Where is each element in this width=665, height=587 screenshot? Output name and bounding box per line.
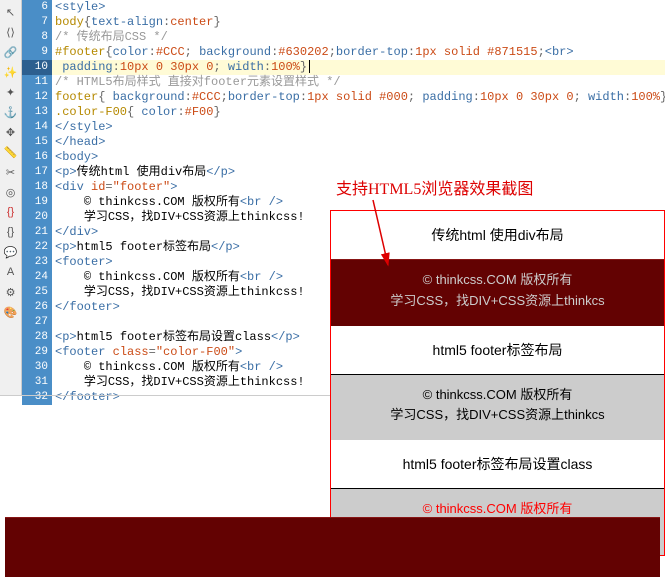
preview-title-2: html5 footer标签布局 xyxy=(331,326,664,374)
code-line[interactable]: <style> xyxy=(52,0,665,15)
line-number: 27 xyxy=(22,315,52,330)
line-number: 9 xyxy=(22,45,52,60)
line-number: 20 xyxy=(22,210,52,225)
line-number: 21 xyxy=(22,225,52,240)
tool-magic-icon[interactable]: ✦ xyxy=(2,83,20,101)
tool-color-icon[interactable]: 🎨 xyxy=(2,303,20,321)
annotation-label: 支持HTML5浏览器效果截图 xyxy=(336,175,533,199)
line-number: 13 xyxy=(22,105,52,120)
line-number: 31 xyxy=(22,375,52,390)
tagline-text: 学习CSS，找DIV+CSS资源上thinkcs xyxy=(390,293,604,308)
code-line[interactable]: padding:10px 0 30px 0; width:100%} xyxy=(52,60,665,75)
line-number: 11 xyxy=(22,75,52,90)
line-number: 32 xyxy=(22,390,52,405)
tool-arrow-icon[interactable]: ↖ xyxy=(2,3,20,21)
tool-letter-icon[interactable]: A xyxy=(2,263,20,281)
line-number: 15 xyxy=(22,135,52,150)
tagline-text: 学习CSS，找DIV+CSS资源上thinkcs xyxy=(390,407,604,422)
line-number: 7 xyxy=(22,15,52,30)
tool-brace-icon[interactable]: {} xyxy=(2,203,20,221)
preview-title-3: html5 footer标签布局设置class xyxy=(331,440,664,488)
copyright-text: © thinkcss.COM 版权所有 xyxy=(423,272,573,287)
line-number: 19 xyxy=(22,195,52,210)
tool-target-icon[interactable]: ◎ xyxy=(2,183,20,201)
code-line[interactable]: /* 传统布局CSS */ xyxy=(52,30,665,45)
line-number: 25 xyxy=(22,285,52,300)
line-number: 14 xyxy=(22,120,52,135)
line-number: 10 xyxy=(22,60,52,75)
line-number: 17 xyxy=(22,165,52,180)
line-number: 12 xyxy=(22,90,52,105)
preview-footer-2: © thinkcss.COM 版权所有 学习CSS，找DIV+CSS资源上thi… xyxy=(331,374,664,441)
line-number: 6 xyxy=(22,0,52,15)
tool-gear-icon[interactable]: ⚙ xyxy=(2,283,20,301)
preview-footer-1: © thinkcss.COM 版权所有 学习CSS，找DIV+CSS资源上thi… xyxy=(331,259,664,326)
bottom-footer-bar xyxy=(5,517,660,577)
copyright-text: © thinkcss.COM 版权所有 xyxy=(423,387,573,402)
tool-brackets-icon[interactable]: ⟨⟩ xyxy=(2,23,20,41)
line-number: 24 xyxy=(22,270,52,285)
line-number: 30 xyxy=(22,360,52,375)
tool-ruler-icon[interactable]: 📏 xyxy=(2,143,20,161)
line-gutter: 6789101112131415161718192021222324252627… xyxy=(22,0,52,405)
line-number: 18 xyxy=(22,180,52,195)
browser-preview: 传统html 使用div布局 © thinkcss.COM 版权所有 学习CSS… xyxy=(330,210,665,556)
tool-brace2-icon[interactable]: {} xyxy=(2,223,20,241)
code-line[interactable]: </head> xyxy=(52,135,665,150)
line-number: 23 xyxy=(22,255,52,270)
line-number: 22 xyxy=(22,240,52,255)
code-line[interactable]: body{text-align:center} xyxy=(52,15,665,30)
tool-wand-icon[interactable]: ✨ xyxy=(2,63,20,81)
tool-cut-icon[interactable]: ✂ xyxy=(2,163,20,181)
code-line[interactable]: </style> xyxy=(52,120,665,135)
line-number: 29 xyxy=(22,345,52,360)
tool-link-icon[interactable]: 🔗 xyxy=(2,43,20,61)
code-line[interactable]: <body> xyxy=(52,150,665,165)
code-line[interactable]: /* HTML5布局样式 直接对footer元素设置样式 */ xyxy=(52,75,665,90)
line-number: 28 xyxy=(22,330,52,345)
tool-move-icon[interactable]: ✥ xyxy=(2,123,20,141)
line-number: 16 xyxy=(22,150,52,165)
line-number: 26 xyxy=(22,300,52,315)
copyright-text: © thinkcss.COM 版权所有 xyxy=(423,501,573,516)
tool-anchor-icon[interactable]: ⚓ xyxy=(2,103,20,121)
editor-toolbar: ↖ ⟨⟩ 🔗 ✨ ✦ ⚓ ✥ 📏 ✂ ◎ {} {} 💬 A ⚙ 🎨 xyxy=(0,0,22,395)
tool-note-icon[interactable]: 💬 xyxy=(2,243,20,261)
code-line[interactable]: footer{ background:#CCC;border-top:1px s… xyxy=(52,90,665,105)
code-line[interactable]: .color-F00{ color:#F00} xyxy=(52,105,665,120)
line-number: 8 xyxy=(22,30,52,45)
preview-title-1: 传统html 使用div布局 xyxy=(331,211,664,259)
code-line[interactable]: #footer{color:#CCC; background:#630202;b… xyxy=(52,45,665,60)
